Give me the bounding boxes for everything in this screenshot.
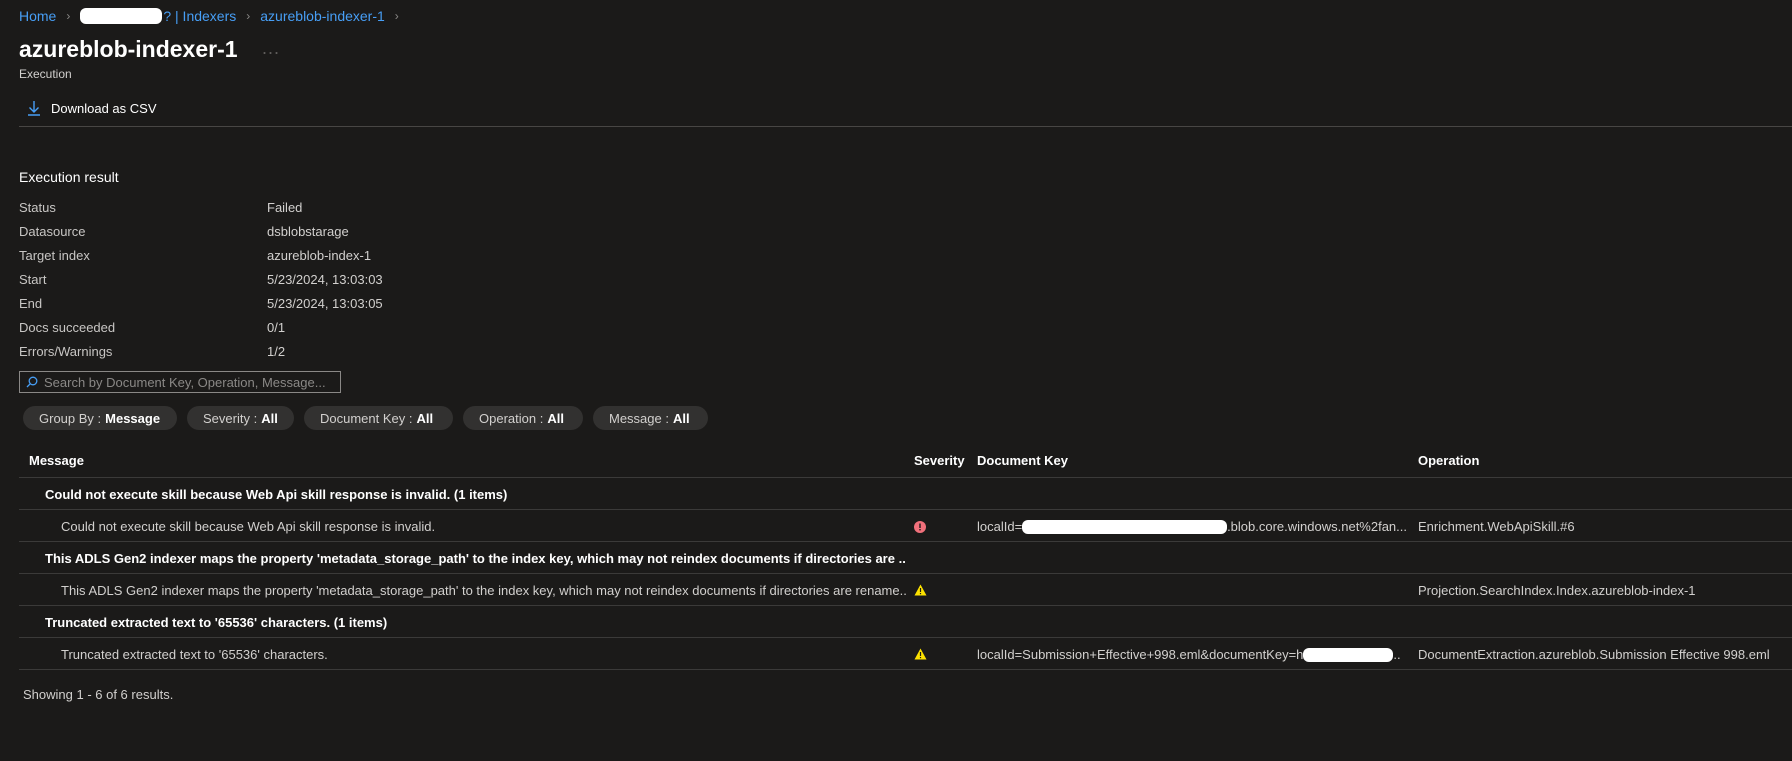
group-header[interactable]: Truncated extracted text to '65536' char… [45,615,905,630]
search-input[interactable] [44,374,334,390]
download-csv-label: Download as CSV [51,100,157,116]
document-key-filter-value: All [416,410,434,426]
datasource-value: dsblobstarage [267,224,349,239]
status-value: Failed [267,200,303,215]
end-label: End [19,296,43,311]
end-value: 5/23/2024, 13:03:05 [267,296,383,311]
redacted-service-name [80,8,163,24]
datasource-label: Datasource [19,224,86,239]
execution-result-heading: Execution result [19,169,119,185]
group-header[interactable]: Could not execute skill because Web Api … [45,487,905,502]
page-title: azureblob-indexer-1 [19,36,238,62]
search-icon [26,376,38,388]
severity-filter[interactable]: Severity : All [187,406,294,430]
breadcrumb-home[interactable]: Home [19,8,56,24]
document-key-filter[interactable]: Document Key : All [304,406,453,430]
row-message[interactable]: Could not execute skill because Web Api … [61,519,901,534]
chevron-right-icon: › [394,9,399,23]
row-divider [19,541,1792,542]
group-header[interactable]: This ADLS Gen2 indexer maps the property… [45,551,905,566]
message-filter-label: Message : [609,410,669,426]
download-csv-button[interactable]: Download as CSV [27,100,157,116]
row-operation[interactable]: Enrichment.WebApiSkill.#6 [1418,519,1788,534]
group-by-label: Group By : [39,410,102,426]
doc-key-suffix: .blob.core.windows.net%2fan... [1227,519,1407,534]
breadcrumb: Home › ? | Indexers › azureblob-indexer-… [19,8,409,24]
operation-filter-value: All [547,410,564,426]
row-message[interactable]: Truncated extracted text to '65536' char… [61,647,901,662]
doc-key-suffix: .. [1393,647,1401,662]
row-divider [19,509,1792,510]
docs-succeeded-value: 0/1 [267,320,286,335]
column-header-message[interactable]: Message [29,453,84,468]
chevron-right-icon: › [246,9,251,23]
row-divider [19,669,1792,670]
row-divider [19,605,1792,606]
row-divider [19,573,1792,574]
message-filter-value: All [672,410,690,426]
row-operation[interactable]: DocumentExtraction.azureblob.Submission … [1418,647,1788,662]
more-options-icon[interactable]: ... [262,38,280,59]
breadcrumb-indexer[interactable]: azureblob-indexer-1 [260,8,385,24]
toolbar-divider [19,126,1792,127]
target-index-value: azureblob-index-1 [267,248,372,263]
operation-filter[interactable]: Operation : All [463,406,583,430]
download-icon [27,100,41,116]
page-subtitle: Execution [19,67,72,81]
doc-key-prefix: localId= [977,519,1023,534]
severity-filter-value: All [261,410,278,426]
docs-succeeded-label: Docs succeeded [19,320,116,335]
chevron-right-icon: › [66,9,71,23]
message-filter[interactable]: Message : All [593,406,708,430]
start-label: Start [19,272,47,287]
redacted-document-key [1303,647,1394,662]
row-operation[interactable]: Projection.SearchIndex.Index.azureblob-i… [1418,583,1788,598]
breadcrumb-indexers[interactable]: ? | Indexers [163,8,236,24]
doc-key-prefix: localId=Submission+Effective+998.eml&doc… [977,647,1304,662]
operation-filter-label: Operation : [479,410,544,426]
target-index-label: Target index [19,248,90,263]
errors-warnings-label: Errors/Warnings [19,344,113,359]
row-document-key[interactable]: localId=Submission+Effective+998.eml&doc… [977,647,1407,662]
table-header-divider [19,477,1792,478]
redacted-document-key [1022,519,1228,534]
status-label: Status [19,200,56,215]
error-icon [914,521,926,533]
row-message[interactable]: This ADLS Gen2 indexer maps the property… [61,583,906,598]
warning-icon [914,648,927,660]
warning-icon [914,584,927,596]
row-divider [19,637,1792,638]
column-header-severity[interactable]: Severity [914,453,965,468]
group-by-value: Message [105,410,161,426]
document-key-filter-label: Document Key : [320,410,413,426]
errors-warnings-value: 1/2 [267,344,286,359]
start-value: 5/23/2024, 13:03:03 [267,272,383,287]
column-header-operation[interactable]: Operation [1418,453,1479,468]
results-count: Showing 1 - 6 of 6 results. [23,687,174,702]
search-box [19,371,341,393]
group-by-filter[interactable]: Group By : Message [23,406,177,430]
column-header-document-key[interactable]: Document Key [977,453,1068,468]
row-document-key[interactable]: localId= .blob.core.windows.net%2fan... [977,519,1407,534]
severity-filter-label: Severity : [203,410,258,426]
